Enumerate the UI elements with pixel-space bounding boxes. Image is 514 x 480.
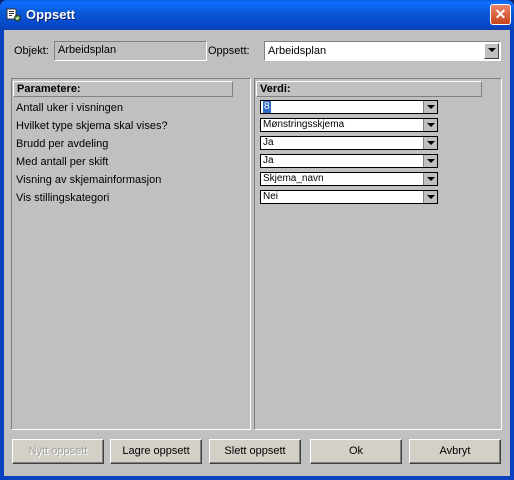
param-label: Med antall per skift [16, 156, 109, 168]
close-button[interactable]: ✕ [490, 4, 511, 25]
values-header: Verdi: [256, 81, 482, 97]
value-select-break-department[interactable]: Ja [260, 136, 438, 150]
param-label: Antall uker i visningen [16, 102, 124, 114]
oppsett-label: Oppsett: [208, 45, 250, 57]
ok-button-label: Ok [348, 445, 364, 457]
value-select-count-per-shift[interactable]: Ja [260, 154, 438, 168]
new-setup-button-label: Nytt oppsett [28, 445, 88, 457]
parameters-header: Parametere: [13, 81, 233, 97]
value-select-weeks[interactable]: 8 [260, 100, 438, 114]
new-setup-button[interactable]: Nytt oppsett [12, 439, 104, 464]
delete-setup-button-label: Slett oppsett [224, 445, 286, 457]
objekt-label: Objekt: [14, 45, 49, 57]
window-title: Oppsett [26, 7, 76, 22]
value-select-schema-type[interactable]: Mønstringsskjema [260, 118, 438, 132]
param-label: Hvilket type skjema skal vises? [16, 120, 168, 132]
window-frame-bottom [0, 476, 514, 480]
chevron-down-icon[interactable] [423, 173, 437, 185]
dialog-window: Oppsett ✕ Objekt: Arbeidsplan Oppsett: A… [0, 0, 514, 480]
chevron-down-icon[interactable] [423, 137, 437, 149]
value-select-text: 8 [263, 101, 271, 113]
objekt-field: Arbeidsplan [54, 41, 207, 61]
dialog-client-area: Objekt: Arbeidsplan Oppsett: Arbeidsplan… [4, 30, 510, 476]
value-select-position-category[interactable]: Nei [260, 190, 438, 204]
value-select-schema-info[interactable]: Skjema_navn [260, 172, 438, 186]
param-label: Vis stillingskategori [16, 192, 110, 204]
chevron-down-icon[interactable] [423, 101, 437, 113]
value-select-text: Nei [263, 191, 279, 202]
window-frame-right [510, 30, 514, 480]
cancel-button-label: Avbryt [439, 445, 471, 457]
ok-button[interactable]: Ok [310, 439, 402, 464]
chevron-down-icon[interactable] [423, 191, 437, 203]
chevron-down-icon[interactable] [423, 119, 437, 131]
close-icon: ✕ [494, 6, 507, 22]
value-select-text: Mønstringsskjema [263, 119, 345, 130]
value-select-text: Skjema_navn [263, 173, 324, 184]
save-setup-button[interactable]: Lagre oppsett [110, 439, 202, 464]
param-label: Visning av skjemainformasjon [16, 174, 162, 186]
chevron-down-icon[interactable] [484, 43, 499, 59]
param-label: Brudd per avdeling [16, 138, 109, 150]
chevron-down-icon[interactable] [423, 155, 437, 167]
delete-setup-button[interactable]: Slett oppsett [209, 439, 301, 464]
app-icon [6, 8, 21, 22]
value-select-text: Ja [263, 137, 274, 148]
value-select-text: Ja [263, 155, 274, 166]
cancel-button[interactable]: Avbryt [409, 439, 501, 464]
oppsett-select[interactable]: Arbeidsplan [264, 41, 501, 61]
objekt-value: Arbeidsplan [58, 44, 117, 56]
title-bar[interactable]: Oppsett ✕ [0, 0, 514, 30]
oppsett-select-value: Arbeidsplan [268, 45, 327, 57]
save-setup-button-label: Lagre oppsett [122, 445, 190, 457]
